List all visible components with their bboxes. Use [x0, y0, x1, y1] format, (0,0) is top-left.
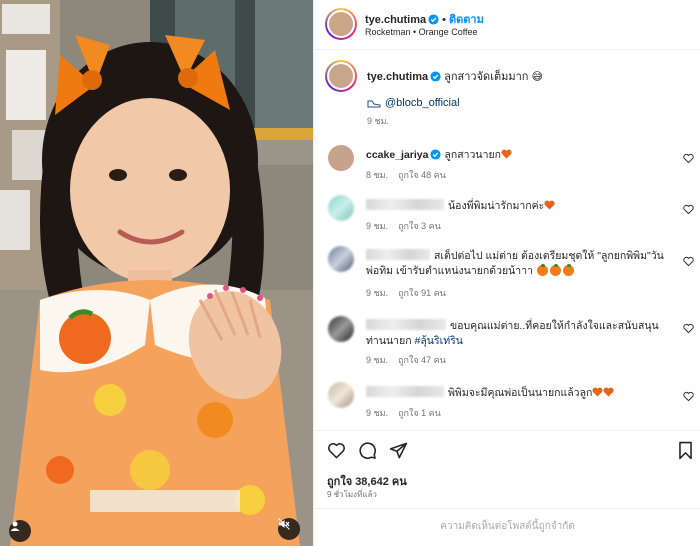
commenter-username-blurred[interactable] [366, 386, 444, 397]
commenter-username-blurred[interactable] [366, 199, 444, 210]
comment-time: 9 ชม. [366, 408, 389, 418]
comment-meta: 8 ชม. ถูกใจ 48 คน [366, 168, 456, 182]
heart-icon[interactable] [327, 441, 346, 460]
comments-limited-notice: ความคิดเห็นต่อโพสต์นี้ถูกจำกัด [314, 508, 700, 546]
comment-time: 9 ชม. [366, 221, 389, 231]
commenter-avatar[interactable] [328, 195, 354, 221]
comment-text: น้องพี่พิมน่ารักมากค่ะ [448, 200, 545, 212]
commenter-username[interactable]: ccake_jariya [366, 149, 428, 161]
caption-time: 9 ชม. [367, 116, 390, 126]
orange-heart-icon [603, 387, 614, 397]
mute-button[interactable] [278, 518, 300, 540]
comment-text: ลูกสาวนายก [444, 149, 501, 161]
caption-avatar[interactable] [325, 60, 357, 92]
commenter-avatar[interactable] [328, 316, 354, 342]
commenter-username-blurred[interactable] [366, 249, 430, 260]
like-comment-heart-icon[interactable] [683, 256, 694, 267]
comment-meta: 9 ชม. ถูกใจ 1 คน [366, 406, 451, 420]
caption-text: ลูกสาวจัดเต็มมาก 😅 [444, 71, 543, 83]
author-username[interactable]: tye.chutima [365, 14, 426, 26]
photo-image [0, 0, 313, 546]
comment-meta: 9 ชม. ถูกใจ 47 คน [366, 353, 456, 367]
tangerine-icon [549, 264, 561, 276]
comment-likes[interactable]: ถูกใจ 91 คน [398, 288, 446, 298]
comment-likes[interactable]: ถูกใจ 48 คน [398, 170, 446, 180]
follow-button[interactable]: ติดตาม [449, 14, 484, 26]
share-icon[interactable] [389, 441, 408, 460]
bookmark-icon[interactable] [676, 441, 695, 460]
comment-text: พิพิมจะมีคุณพ่อเป็นนายกแล้วลูก [448, 387, 593, 399]
user-icon [10, 521, 20, 531]
like-comment-heart-icon[interactable] [683, 323, 694, 334]
comment-hashtag[interactable]: #ลุ้นริเท่ริน [415, 335, 463, 347]
comment-time: 9 ชม. [366, 355, 389, 365]
post-photo[interactable] [0, 0, 313, 546]
caption-mention[interactable]: @blocb_official [367, 97, 460, 109]
commenter-avatar[interactable] [328, 382, 354, 408]
like-comment-heart-icon[interactable] [683, 153, 694, 164]
shoe-emoji-icon [367, 100, 381, 107]
verified-icon [430, 149, 442, 160]
mute-icon [278, 518, 290, 530]
post-timestamp[interactable]: 9 ชั่วโมงที่แล้ว [327, 488, 377, 501]
comment-likes[interactable]: ถูกใจ 1 คน [398, 408, 441, 418]
like-comment-heart-icon[interactable] [683, 391, 694, 402]
commenter-avatar[interactable] [328, 246, 354, 272]
comment-likes[interactable]: ถูกใจ 3 คน [398, 221, 441, 231]
orange-heart-icon [544, 200, 555, 210]
post-actions [314, 430, 700, 470]
mention-text[interactable]: @blocb_official [385, 97, 460, 109]
comment-meta: 9 ชม. ถูกใจ 91 คน [366, 286, 456, 300]
post-panel: tye.chutima • ติดตาม Rocketman • Orange Co… [313, 0, 700, 546]
caption-username[interactable]: tye.chutima [367, 71, 428, 83]
separator-dot: • [442, 14, 446, 26]
orange-heart-icon [562, 264, 574, 276]
comment-time: 8 ชม. [366, 170, 389, 180]
like-comment-heart-icon[interactable] [683, 204, 694, 215]
comment-icon[interactable] [358, 441, 377, 460]
orange-heart-icon [592, 387, 603, 397]
comment-likes[interactable]: ถูกใจ 47 คน [398, 355, 446, 365]
commenter-username-blurred[interactable] [366, 319, 446, 330]
post-header: tye.chutima • ติดตาม Rocketman • Orange Co… [314, 0, 700, 50]
orange-heart-icon [501, 149, 512, 159]
tagged-user-button[interactable] [9, 520, 31, 542]
author-avatar[interactable] [325, 8, 357, 40]
verified-icon [428, 14, 439, 25]
comment-time: 9 ชม. [366, 288, 389, 298]
verified-icon [430, 71, 441, 82]
orange-heart-icon [536, 264, 548, 276]
comment-meta: 9 ชม. ถูกใจ 3 คน [366, 219, 451, 233]
commenter-avatar[interactable] [328, 145, 354, 171]
post-audio-location[interactable]: Rocketman • Orange Coffee [365, 27, 478, 37]
